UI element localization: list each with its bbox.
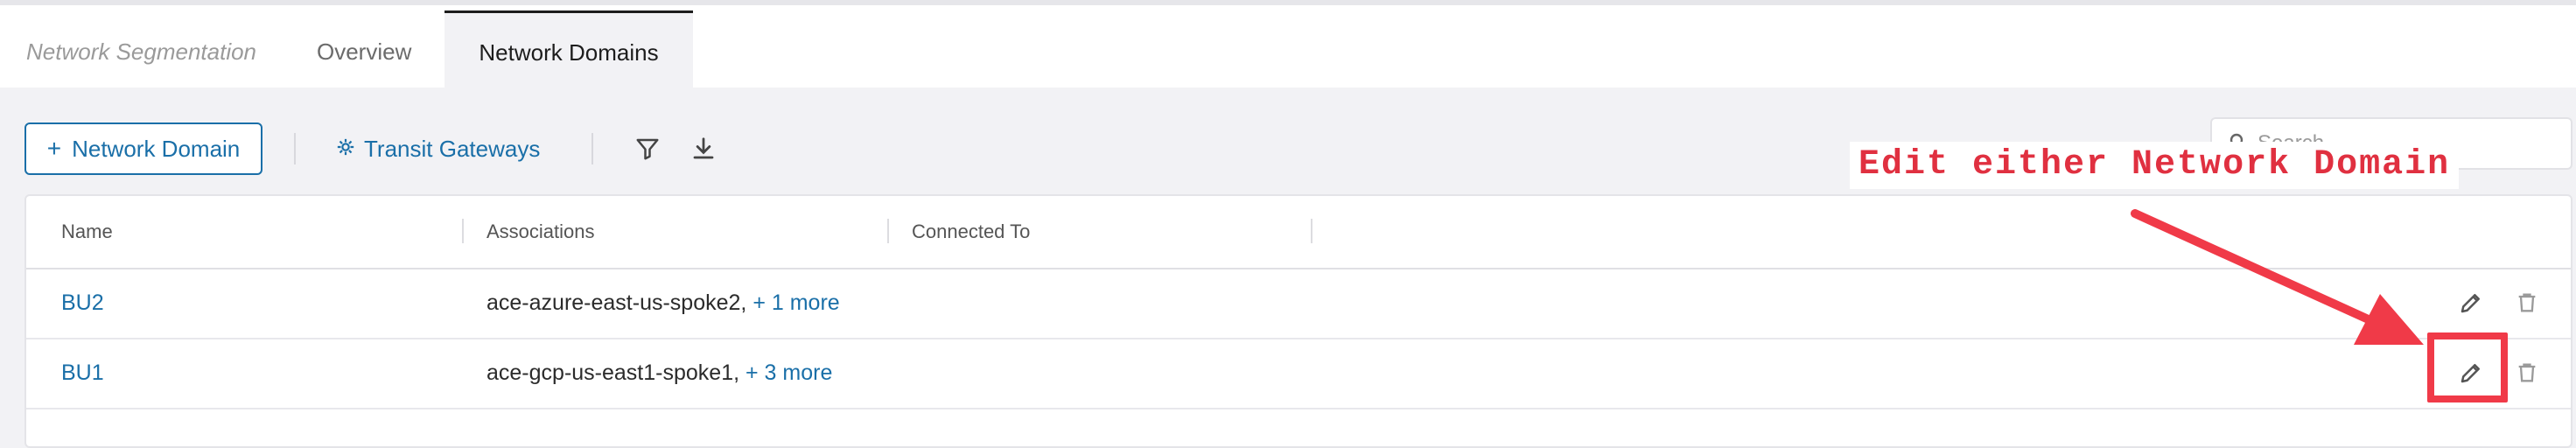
edit-icon[interactable]	[2452, 354, 2490, 392]
toolbar-divider	[294, 133, 296, 164]
network-domain-name[interactable]: BU1	[61, 360, 104, 386]
transit-gateways-button[interactable]: Transit Gateways	[336, 122, 540, 175]
network-domain-name[interactable]: BU2	[61, 290, 104, 316]
more-associations-link[interactable]: + 1 more	[752, 290, 839, 315]
table-header: Name Associations Connected To	[26, 196, 2571, 270]
column-header-connected-to[interactable]: Connected To	[912, 220, 1030, 243]
tab-overview[interactable]: Overview	[317, 10, 411, 93]
delete-icon[interactable]	[2508, 284, 2546, 322]
download-icon[interactable]	[684, 130, 723, 168]
toolbar-divider	[592, 133, 593, 164]
transit-gateways-label: Transit Gateways	[364, 135, 541, 162]
table-row[interactable]: BU1 ace-gcp-us-east1-spoke1, + 3 more	[26, 338, 2571, 410]
delete-icon[interactable]	[2508, 354, 2546, 392]
association-text: ace-azure-east-us-spoke2,	[486, 290, 747, 315]
table-row[interactable]: BU2 ace-azure-east-us-spoke2, + 1 more	[26, 268, 2571, 340]
association-cell: ace-azure-east-us-spoke2, + 1 more	[486, 290, 840, 316]
column-header-name[interactable]: Name	[61, 220, 113, 243]
add-network-domain-label: Network Domain	[72, 135, 241, 162]
column-divider[interactable]	[1311, 219, 1312, 243]
network-domains-table: Name Associations Connected To BU2 ace-a…	[24, 194, 2572, 448]
plus-icon: +	[46, 135, 62, 162]
tab-bar: Network Segmentation Overview Network Do…	[0, 0, 2576, 93]
column-divider[interactable]	[887, 219, 889, 243]
column-header-associations[interactable]: Associations	[486, 220, 595, 243]
annotation-label: Edit either Network Domain	[1850, 142, 2460, 189]
gear-icon	[336, 136, 355, 163]
filter-icon[interactable]	[628, 130, 667, 168]
association-cell: ace-gcp-us-east1-spoke1, + 3 more	[486, 360, 832, 386]
edit-icon[interactable]	[2452, 284, 2490, 322]
add-network-domain-button[interactable]: + Network Domain	[24, 122, 262, 175]
more-associations-link[interactable]: + 3 more	[746, 360, 832, 385]
column-divider[interactable]	[462, 219, 464, 243]
association-text: ace-gcp-us-east1-spoke1,	[486, 360, 740, 385]
tab-network-domains[interactable]: Network Domains	[444, 10, 693, 93]
breadcrumb[interactable]: Network Segmentation	[26, 10, 256, 93]
